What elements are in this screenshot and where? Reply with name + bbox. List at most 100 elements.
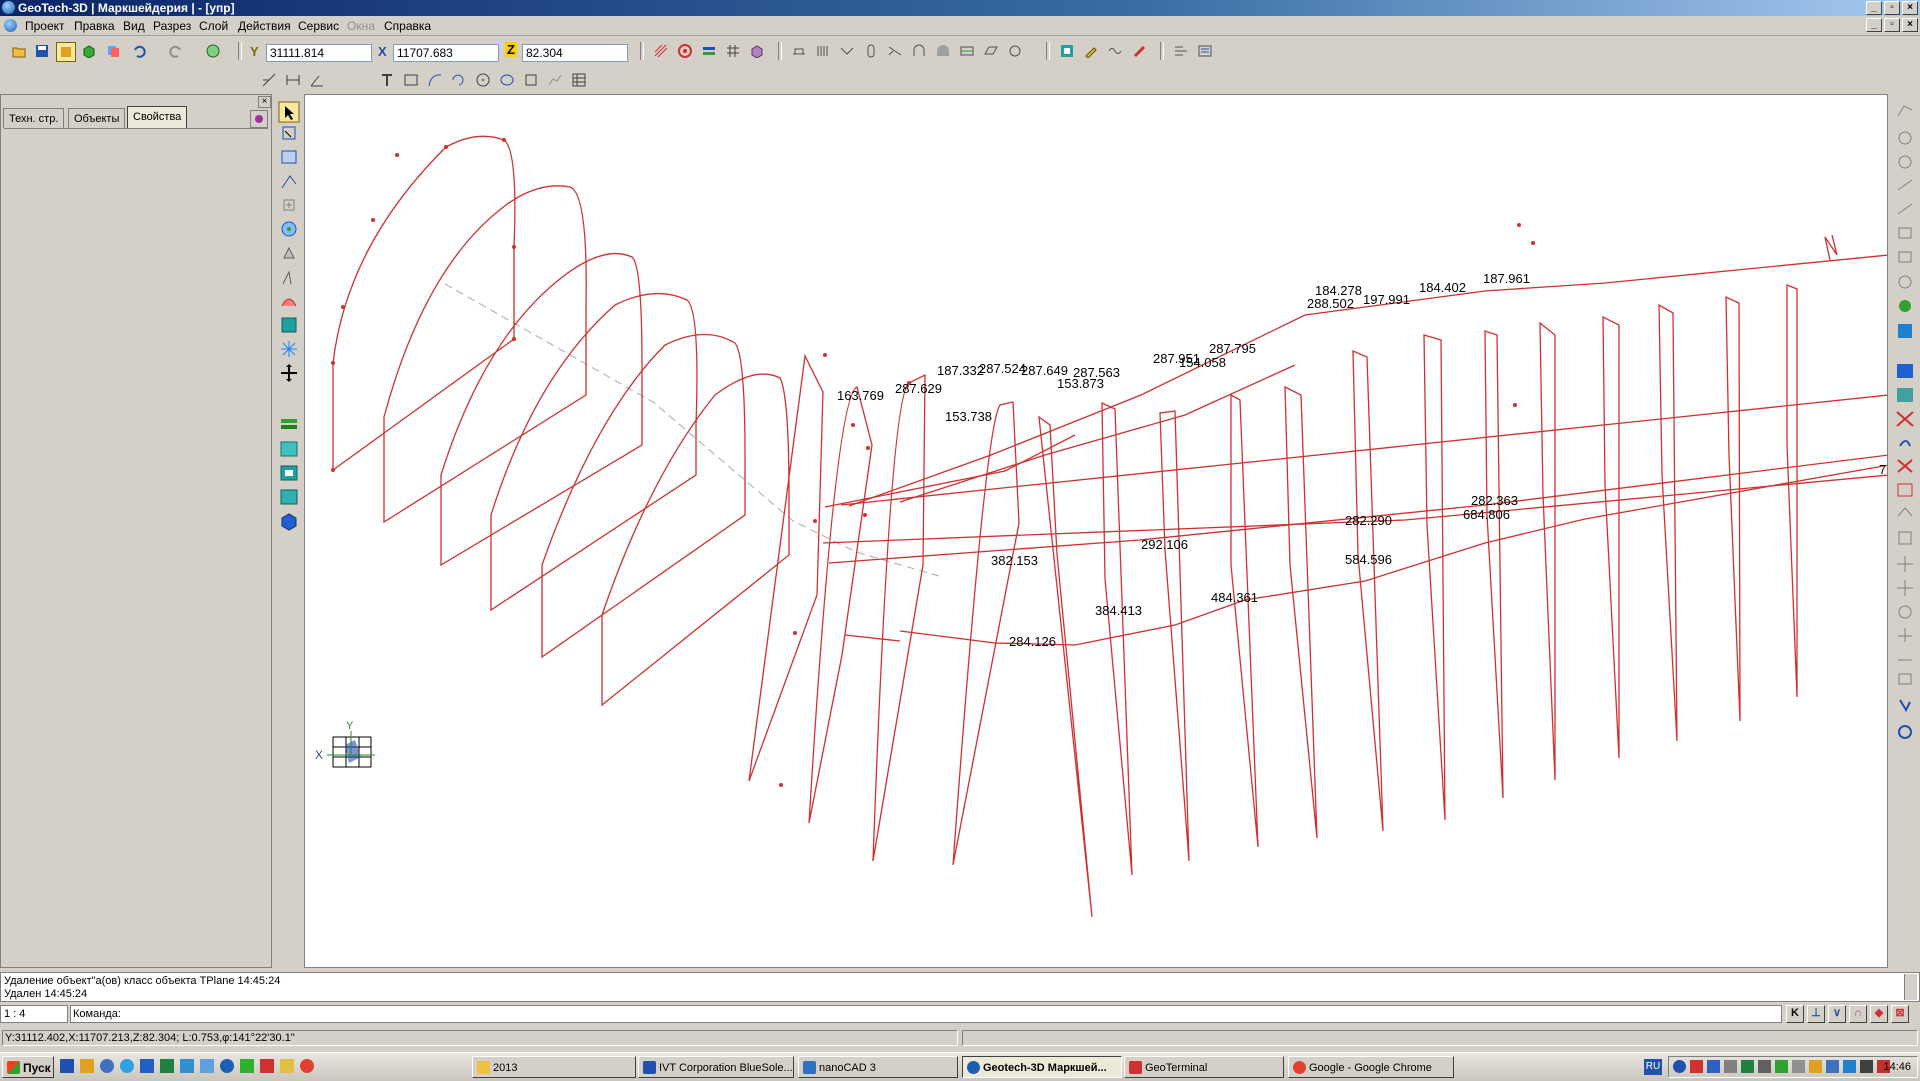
- doc-restore-button[interactable]: ▫: [1884, 18, 1900, 32]
- frame-tool-icon[interactable]: [1058, 42, 1076, 60]
- polar-button[interactable]: ∨: [1828, 1005, 1846, 1023]
- maximize-button[interactable]: ▫: [1884, 1, 1900, 15]
- text-tool-icon[interactable]: [378, 71, 396, 89]
- doc-close-button[interactable]: ×: [1902, 18, 1918, 32]
- menu-help[interactable]: Справка: [384, 19, 431, 33]
- tab-properties[interactable]: Свойства: [127, 106, 188, 128]
- open-button[interactable]: [10, 42, 28, 60]
- tunnel-tool-icon[interactable]: [934, 42, 952, 60]
- tray-app-icon[interactable]: [1826, 1060, 1839, 1073]
- wave-tool-icon[interactable]: [1106, 42, 1124, 60]
- drawing-canvas[interactable]: 163.769 287.629 187.332 287.524 287.649 …: [304, 94, 1888, 968]
- angle-tool-icon[interactable]: [308, 71, 326, 89]
- panel-close-icon[interactable]: ×: [258, 96, 271, 108]
- start-button[interactable]: Пуск: [2, 1056, 54, 1078]
- eraser-tool-icon[interactable]: [1130, 42, 1148, 60]
- minimize-button[interactable]: _: [1866, 1, 1882, 15]
- ql-word-icon[interactable]: [140, 1059, 154, 1073]
- arc-tool-icon[interactable]: [426, 71, 444, 89]
- ql-app-icon[interactable]: [260, 1059, 274, 1073]
- curve-tool-icon[interactable]: [450, 71, 468, 89]
- ql-app-icon[interactable]: [60, 1059, 74, 1073]
- arch-tool-icon[interactable]: [910, 42, 928, 60]
- redo-button[interactable]: [167, 42, 185, 60]
- doc-minimize-button[interactable]: _: [1866, 18, 1882, 32]
- menu-edit[interactable]: Правка: [74, 19, 115, 33]
- tray-app-icon[interactable]: [1741, 1060, 1754, 1073]
- ql-app-icon[interactable]: [80, 1059, 94, 1073]
- rectangle-tool-icon[interactable]: [402, 71, 420, 89]
- task-folder-2013[interactable]: 2013: [472, 1056, 636, 1078]
- ql-excel-icon[interactable]: [160, 1059, 174, 1073]
- magnet-button[interactable]: ∩: [1849, 1005, 1867, 1023]
- columns-tool-icon[interactable]: [814, 42, 832, 60]
- node-button[interactable]: ◆: [1870, 1005, 1888, 1023]
- tray-bluetooth-icon[interactable]: [1673, 1060, 1686, 1073]
- ortho-button[interactable]: ⊥: [1807, 1005, 1825, 1023]
- ql-app-icon[interactable]: [120, 1059, 134, 1073]
- task-geoterminal[interactable]: GeoTerminal: [1124, 1056, 1284, 1078]
- cube-button[interactable]: [80, 42, 98, 60]
- layers-button[interactable]: [56, 42, 76, 62]
- polyline-tool-icon[interactable]: [546, 71, 564, 89]
- tray-app-icon[interactable]: [1860, 1060, 1873, 1073]
- square-tool-icon[interactable]: [522, 71, 540, 89]
- menu-actions[interactable]: Действия: [238, 19, 291, 33]
- tray-app-icon[interactable]: [1775, 1060, 1788, 1073]
- panel-pin-icon[interactable]: [250, 110, 268, 128]
- command-input[interactable]: Команда:: [70, 1005, 1782, 1023]
- section-tool-icon[interactable]: [958, 42, 976, 60]
- ql-app-icon[interactable]: [240, 1059, 254, 1073]
- menu-section[interactable]: Разрез: [153, 19, 191, 33]
- z-coord-input[interactable]: [522, 44, 628, 62]
- grid-tool-icon[interactable]: [724, 42, 742, 60]
- hatch-tool-icon[interactable]: [652, 42, 670, 60]
- tray-app-icon[interactable]: [1809, 1060, 1822, 1073]
- tray-kaspersky-icon[interactable]: [1690, 1060, 1703, 1073]
- task-nanocad[interactable]: nanoCAD 3: [798, 1056, 958, 1078]
- grid-snap-button[interactable]: ⊠: [1891, 1005, 1909, 1023]
- measure-tool-icon[interactable]: [886, 42, 904, 60]
- table-tool-icon[interactable]: [570, 71, 588, 89]
- tab-objects[interactable]: Объекты: [68, 108, 126, 128]
- y-coord-input[interactable]: [266, 44, 372, 62]
- task-bluesoleil[interactable]: IVT Corporation BlueSole...: [638, 1056, 794, 1078]
- tray-app-icon[interactable]: [1843, 1060, 1856, 1073]
- target-tool-icon[interactable]: [676, 42, 694, 60]
- capsule-tool-icon[interactable]: [862, 42, 880, 60]
- export-tool-icon[interactable]: [1172, 42, 1190, 60]
- undo-button[interactable]: [130, 42, 148, 60]
- tray-network-icon[interactable]: [1707, 1060, 1720, 1073]
- save-button[interactable]: [33, 42, 51, 60]
- list-tool-icon[interactable]: [1196, 42, 1214, 60]
- snap-k-button[interactable]: K: [1786, 1005, 1804, 1023]
- pencil-tool-icon[interactable]: [1082, 42, 1100, 60]
- tray-volume-icon[interactable]: [1758, 1060, 1771, 1073]
- tray-app-icon[interactable]: [1792, 1060, 1805, 1073]
- fold-tool-icon[interactable]: [838, 42, 856, 60]
- menu-windows[interactable]: Окна: [347, 19, 375, 33]
- menu-view[interactable]: Вид: [123, 19, 145, 33]
- language-indicator[interactable]: RU: [1644, 1059, 1662, 1075]
- tray-app-icon[interactable]: [1724, 1060, 1737, 1073]
- menu-service[interactable]: Сервис: [298, 19, 339, 33]
- copy-button[interactable]: [104, 42, 122, 60]
- x-coord-input[interactable]: [393, 44, 499, 62]
- ql-geotech-icon[interactable]: [220, 1059, 234, 1073]
- dimension-tool-icon[interactable]: [284, 71, 302, 89]
- menu-layer[interactable]: Слой: [199, 19, 228, 33]
- ql-app-icon[interactable]: [180, 1059, 194, 1073]
- task-chrome[interactable]: Google - Google Chrome: [1288, 1056, 1454, 1078]
- ql-app-icon[interactable]: [100, 1059, 114, 1073]
- ql-app-icon[interactable]: [280, 1059, 294, 1073]
- rotate-tool-icon[interactable]: [1006, 42, 1024, 60]
- close-button[interactable]: ×: [1902, 1, 1918, 15]
- clock-button[interactable]: [204, 42, 222, 60]
- log-scrollbar[interactable]: [1904, 974, 1917, 1000]
- tab-tech-structure[interactable]: Техн. стр.: [3, 108, 65, 128]
- snap-tool-icon[interactable]: [260, 71, 278, 89]
- profile-tool-icon[interactable]: [790, 42, 808, 60]
- ql-app-icon[interactable]: [200, 1059, 214, 1073]
- layer-tool-icon[interactable]: [700, 42, 718, 60]
- plane-tool-icon[interactable]: [982, 42, 1000, 60]
